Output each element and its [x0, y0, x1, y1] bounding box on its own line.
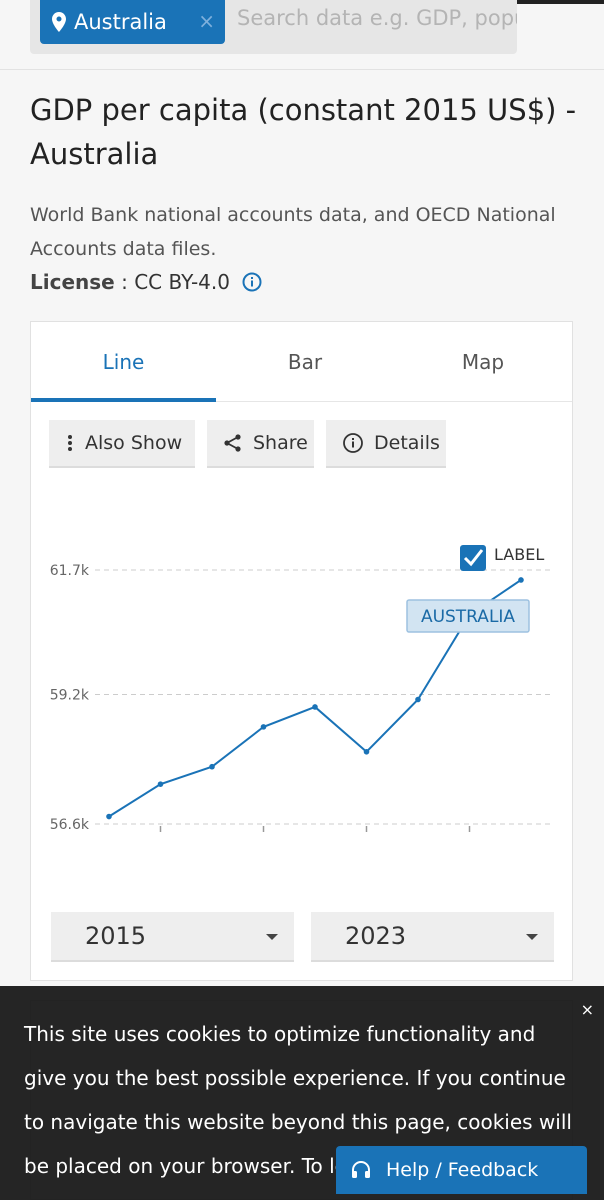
- data-point: [209, 763, 215, 770]
- data-point: [415, 696, 421, 703]
- tab-bar[interactable]: Bar: [216, 322, 394, 402]
- help-feedback-button[interactable]: Help / Feedback: [336, 1146, 587, 1194]
- chip-label: Australia: [74, 10, 167, 34]
- chart-tabs: Line Bar Map: [31, 322, 572, 402]
- end-year-value: 2023: [345, 922, 407, 950]
- y-tick-label: 59.2k: [50, 688, 90, 704]
- details-label: Details: [374, 432, 440, 454]
- data-point: [518, 577, 524, 583]
- label-checkbox: [460, 545, 486, 571]
- license-separator: :: [114, 270, 135, 294]
- country-chip[interactable]: Australia ×: [40, 0, 225, 44]
- data-point: [106, 813, 112, 820]
- also-show-label: Also Show: [85, 432, 183, 454]
- chip-remove-icon[interactable]: ×: [198, 9, 215, 33]
- data-point: [363, 748, 370, 755]
- search-input[interactable]: Search data e.g. GDP, population, Indone…: [237, 6, 517, 30]
- data-point: [260, 724, 267, 730]
- data-source: World Bank national accounts data, and O…: [30, 204, 556, 260]
- license-value: CC BY-4.0: [134, 270, 230, 294]
- top-bar: Australia × Search data e.g. GDP, popula…: [0, 0, 604, 70]
- info-icon[interactable]: [242, 272, 262, 292]
- tab-line[interactable]: Line: [31, 322, 216, 402]
- location-pin-icon: [52, 12, 66, 32]
- help-label: Help / Feedback: [386, 1159, 539, 1181]
- license-label: License: [30, 270, 115, 294]
- info-circle-icon: [343, 433, 363, 453]
- y-tick-label: 56.6k: [50, 817, 90, 833]
- y-tick-label: 61.7k: [50, 563, 90, 579]
- end-year-select[interactable]: 2023: [311, 912, 554, 962]
- more-vertical-icon: [68, 435, 72, 451]
- series-label: AUSTRALIA: [421, 607, 515, 627]
- label-checkbox-text: LABEL: [494, 545, 544, 564]
- share-button[interactable]: Share: [207, 420, 314, 468]
- search-bar[interactable]: Australia × Search data e.g. GDP, popula…: [30, 0, 517, 54]
- headset-icon: [352, 1161, 370, 1178]
- share-label: Share: [253, 432, 308, 454]
- caret-down-icon: [526, 934, 538, 940]
- chart-card: Line Bar Map Also Show Share Details 61.…: [30, 321, 573, 981]
- license-row: License : CC BY-4.0: [30, 270, 262, 294]
- data-point: [312, 704, 318, 710]
- data-point: [157, 781, 164, 787]
- line-chart: 61.7k 59.2k 56.6k AUSTRALIA LABEL: [50, 545, 553, 833]
- share-icon: [224, 434, 241, 452]
- tab-map[interactable]: Map: [394, 322, 572, 402]
- start-year-value: 2015: [85, 922, 147, 950]
- details-button[interactable]: Details: [326, 420, 446, 468]
- also-show-button[interactable]: Also Show: [49, 420, 195, 468]
- page-title: GDP per capita (constant 2015 US$) - Aus…: [30, 93, 577, 171]
- start-year-select[interactable]: 2015: [51, 912, 294, 962]
- active-tab-indicator: [31, 398, 216, 402]
- caret-down-icon: [266, 934, 278, 940]
